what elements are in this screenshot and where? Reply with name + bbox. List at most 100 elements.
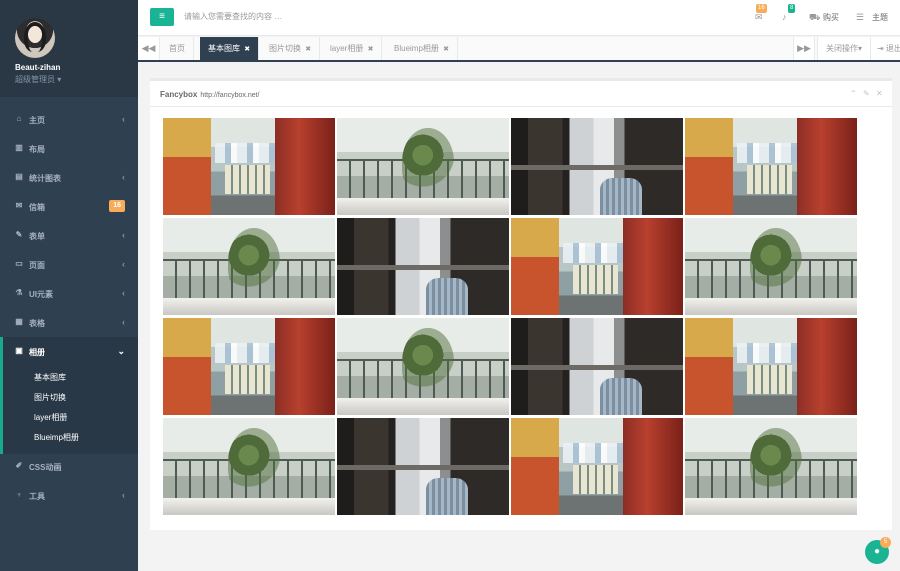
- gallery-thumbnail-window[interactable]: [337, 418, 509, 515]
- cutlery-icon: ♆: [16, 490, 22, 499]
- sidebar-item-ui-elements[interactable]: ⚗ UI元素 ‹: [0, 279, 138, 308]
- edit-icon: ✎: [15, 230, 23, 239]
- envelope-icon[interactable]: ✉: [755, 12, 763, 23]
- picture-icon: ▣: [15, 346, 23, 355]
- tab-basic-gallery[interactable]: 基本图库 ✖: [200, 37, 260, 60]
- sidebar-item-forms[interactable]: ✎ 表单 ‹: [0, 221, 138, 250]
- sidebar-item-css-animation[interactable]: ✐ CSS动画: [0, 452, 138, 481]
- cart-icon: ⛟: [809, 12, 821, 22]
- columns-icon: ▥: [15, 143, 23, 152]
- notification-badge: 8: [788, 4, 796, 13]
- tab-label: layer相册: [330, 44, 364, 53]
- gallery-thumbnail-street[interactable]: [685, 318, 857, 415]
- sidebar-item-label: 统计图表: [29, 174, 61, 183]
- magic-icon: ✐: [15, 461, 23, 470]
- album-submenu: 基本图库 图片切换 layer相册 Blueimp相册: [0, 366, 138, 454]
- sidebar-item-label: 相册: [29, 348, 45, 357]
- theme-icon: ☰: [856, 12, 865, 22]
- tab-layer-album[interactable]: layer相册 ✖: [322, 37, 383, 60]
- gallery-thumbnail-plant[interactable]: [163, 418, 335, 515]
- wrench-icon[interactable]: ✎: [863, 89, 870, 98]
- collapse-icon[interactable]: ⌃: [850, 89, 857, 98]
- mail-count-badge: 16: [109, 200, 125, 212]
- tab-label: 图片切换: [269, 44, 301, 53]
- gallery-thumbnail-street[interactable]: [163, 118, 335, 215]
- close-icon[interactable]: ✖: [305, 46, 311, 53]
- gallery-panel: Fancybox http://fancybox.net/ ⌃ ✎ ✕: [150, 78, 892, 530]
- flask-icon: ⚗: [15, 288, 23, 297]
- sidebar-item-label: 工具: [29, 492, 45, 501]
- sidebar-item-label: 页面: [29, 261, 45, 270]
- sidebar-item-label: 主页: [29, 116, 45, 125]
- envelope-icon: ✉: [15, 201, 23, 210]
- gallery-thumbnail-plant[interactable]: [685, 418, 857, 515]
- panel-title: Fancybox http://fancybox.net/: [160, 90, 260, 99]
- sidebar-item-home[interactable]: ⌂ 主页 ‹: [0, 105, 138, 134]
- gallery-thumbnail-street[interactable]: [511, 218, 683, 315]
- chevron-left-icon: ‹: [122, 114, 125, 124]
- avatar[interactable]: [15, 18, 55, 58]
- gallery-thumbnail-plant[interactable]: [685, 218, 857, 315]
- sidebar-item-label: UI元素: [29, 290, 53, 299]
- tab-label: 首页: [169, 44, 185, 53]
- close-icon[interactable]: ✖: [244, 46, 250, 53]
- chevron-left-icon: ‹: [122, 490, 125, 500]
- theme-link[interactable]: 主题: [872, 12, 888, 23]
- gallery-thumbnail-street[interactable]: [511, 418, 683, 515]
- sidebar-item-tables[interactable]: ▦ 表格 ‹: [0, 308, 138, 337]
- bar-chart-icon: ▤: [15, 172, 23, 181]
- sidebar-item-tools[interactable]: ♆ 工具 ‹: [0, 481, 138, 510]
- chat-badge: 5: [880, 537, 891, 548]
- submenu-item-blueimp-album[interactable]: Blueimp相册: [34, 432, 79, 443]
- bell-icon[interactable]: ♪: [782, 12, 787, 22]
- sidebar-item-label: 表单: [29, 232, 45, 241]
- gallery-thumbnail-window[interactable]: [337, 218, 509, 315]
- gallery-thumbnail-plant[interactable]: [163, 218, 335, 315]
- buy-link[interactable]: 购买: [823, 12, 839, 23]
- gallery-thumbnail-window[interactable]: [511, 118, 683, 215]
- tab-label: Blueimp相册: [394, 44, 439, 53]
- sidebar-item-label: 布局: [29, 145, 45, 154]
- gallery-thumbnail-window[interactable]: [511, 318, 683, 415]
- top-navbar: ≡ ✉ 16 ♪ 8 ⛟ 购买 ☰ 主题: [138, 0, 900, 36]
- gallery-thumbnail-street[interactable]: [685, 118, 857, 215]
- chevron-down-icon: ⌄: [117, 346, 125, 356]
- table-icon: ▦: [15, 317, 23, 326]
- mail-badge: 16: [756, 4, 767, 13]
- menu-toggle-button[interactable]: ≡: [150, 8, 174, 26]
- submenu-item-basic-gallery[interactable]: 基本图库: [34, 372, 66, 383]
- close-icon[interactable]: ✖: [368, 46, 374, 53]
- close-icon[interactable]: ✕: [876, 89, 883, 98]
- close-operations-dropdown[interactable]: 关闭操作▾: [816, 37, 870, 60]
- tab-home[interactable]: 首页: [161, 37, 194, 60]
- gallery-thumbnail-plant[interactable]: [337, 118, 509, 215]
- chevron-left-icon: ‹: [122, 259, 125, 269]
- close-icon[interactable]: ✖: [443, 46, 449, 53]
- sidebar: Beaut-zihan 超级管理员 ▾ ⌂ 主页 ‹ ▥ 布局 ▤ 统计图表 ‹…: [0, 0, 138, 571]
- tab-carousel[interactable]: 图片切换 ✖: [261, 37, 321, 60]
- panel-subtitle: http://fancybox.net/: [200, 92, 260, 99]
- submenu-item-carousel[interactable]: 图片切换: [34, 392, 66, 403]
- desktop-icon: ▭: [15, 259, 23, 268]
- sidebar-item-charts[interactable]: ▤ 统计图表 ‹: [0, 163, 138, 192]
- sidebar-item-album[interactable]: ▣ 相册 ⌄: [0, 337, 138, 366]
- profile-block: Beaut-zihan 超级管理员 ▾: [0, 0, 138, 97]
- logout-button[interactable]: ⇥ 退出: [870, 37, 900, 60]
- sidebar-item-layout[interactable]: ▥ 布局: [0, 134, 138, 163]
- chevron-left-icon: ‹: [122, 288, 125, 298]
- sidebar-item-label: 表格: [29, 319, 45, 328]
- panel-header: Fancybox http://fancybox.net/ ⌃ ✎ ✕: [150, 81, 892, 107]
- sidebar-item-mailbox[interactable]: ✉ 信箱 16: [0, 192, 138, 221]
- sidebar-item-pages[interactable]: ▭ 页面 ‹: [0, 250, 138, 279]
- gallery-thumbnail-plant[interactable]: [337, 318, 509, 415]
- tabs-scroll-right-button[interactable]: ▶▶: [793, 37, 815, 60]
- chevron-left-icon: ‹: [122, 317, 125, 327]
- submenu-item-layer-album[interactable]: layer相册: [34, 412, 67, 423]
- tab-blueimp-album[interactable]: Blueimp相册 ✖: [386, 37, 459, 60]
- search-input[interactable]: [184, 12, 484, 21]
- user-role-dropdown[interactable]: 超级管理员 ▾: [15, 74, 61, 85]
- gallery-thumbnail-street[interactable]: [163, 318, 335, 415]
- tabs-scroll-left-button[interactable]: ◀◀: [138, 37, 160, 60]
- home-icon: ⌂: [16, 114, 22, 123]
- username[interactable]: Beaut-zihan: [15, 63, 60, 72]
